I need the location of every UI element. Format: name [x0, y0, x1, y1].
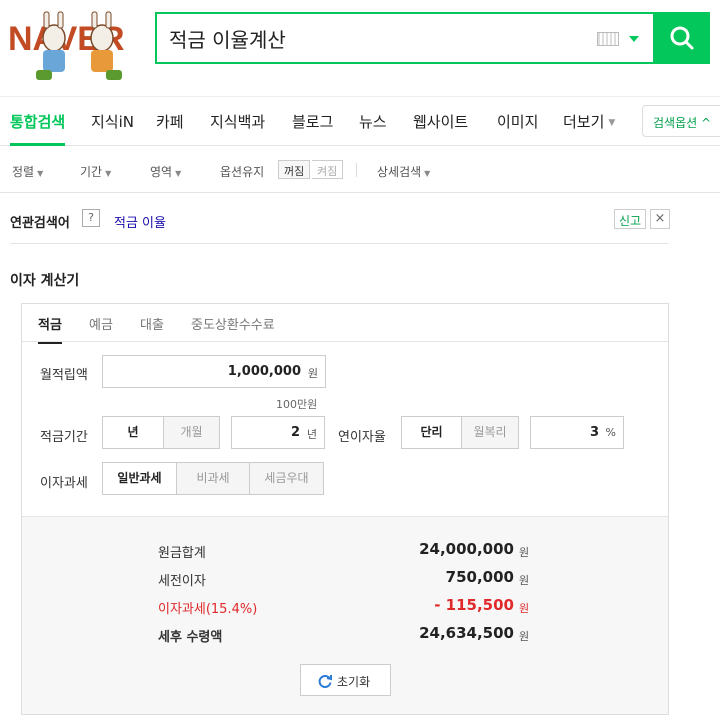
- tab-blog[interactable]: 블로그: [292, 111, 333, 132]
- keyboard-icon[interactable]: [597, 32, 619, 46]
- tab-cafe[interactable]: 카페: [156, 111, 184, 132]
- naver-logo[interactable]: NAVER: [6, 8, 156, 86]
- rate-input[interactable]: 3 %: [530, 416, 624, 449]
- principal-total-label: 원금합계: [158, 546, 206, 561]
- caret-down-icon: ▼: [608, 117, 616, 128]
- filter-period[interactable]: 기간 ▼: [80, 163, 111, 180]
- tab-more[interactable]: 더보기 ▼: [563, 111, 615, 132]
- divider: [356, 163, 357, 177]
- reset-label: 초기화: [337, 675, 371, 689]
- caret-down-icon: ▼: [175, 169, 182, 178]
- search-box: [155, 12, 655, 64]
- period-unit: 년: [306, 428, 317, 441]
- after-tax-value: 24,634,500: [419, 624, 514, 642]
- filter-bar: 정렬 ▼ 기간 ▼ 영역 ▼ 옵션유지 꺼짐 켜짐 상세검색 ▼: [0, 147, 720, 193]
- search-icon: [670, 26, 694, 50]
- search-options-button[interactable]: 검색옵션 ^: [642, 105, 720, 137]
- tab-website[interactable]: 웹사이트: [413, 111, 468, 132]
- tax-general-option[interactable]: 일반과세: [102, 462, 177, 495]
- period-input[interactable]: 2 년: [231, 416, 325, 449]
- interest-tax-unit: 원: [519, 602, 530, 615]
- rate-simple-option[interactable]: 단리: [401, 416, 462, 449]
- tab-image[interactable]: 이미지: [497, 111, 538, 132]
- pretax-interest-value: 750,000: [445, 568, 514, 586]
- interest-tax-label: 이자과세(15.4%): [158, 602, 258, 617]
- related-keyword-link[interactable]: 적금 이율: [114, 212, 166, 231]
- tax-label: 이자과세: [40, 476, 88, 491]
- rate-unit: %: [605, 426, 616, 439]
- caret-down-icon: ▼: [37, 169, 44, 178]
- tab-deposit[interactable]: 예금: [89, 314, 113, 333]
- filter-area[interactable]: 영역 ▼: [150, 163, 181, 180]
- period-month-option[interactable]: 개월: [163, 416, 220, 449]
- caret-down-icon: ▼: [424, 169, 431, 178]
- tax-exempt-option[interactable]: 비과세: [176, 462, 250, 495]
- tax-preferential-option[interactable]: 세금우대: [249, 462, 324, 495]
- after-tax-label: 세후 수령액: [158, 630, 223, 645]
- rate-label: 연이자율: [338, 430, 386, 445]
- tab-loan[interactable]: 대출: [140, 314, 164, 333]
- search-options-label: 검색옵션 ^: [653, 116, 712, 130]
- rate-value: 3: [589, 425, 599, 440]
- refresh-icon: [318, 675, 332, 688]
- period-value: 2: [290, 425, 300, 440]
- period-label: 적금기간: [40, 430, 88, 445]
- pretax-interest-unit: 원: [519, 574, 530, 587]
- search-tabs: 통합검색 지식iN 카페 지식백과 블로그 뉴스 웹사이트 이미지 더보기 ▼ 검…: [0, 96, 720, 146]
- principal-total-unit: 원: [519, 546, 530, 559]
- search-input[interactable]: [169, 22, 569, 54]
- pretax-interest-label: 세전이자: [158, 574, 206, 589]
- monthly-deposit-hint: 100만원: [276, 398, 318, 411]
- header: NAVER: [0, 0, 720, 92]
- filter-sort-label: 정렬: [12, 165, 35, 179]
- tab-savings[interactable]: 적금: [38, 314, 62, 344]
- period-year-option[interactable]: 년: [102, 416, 164, 449]
- monthly-deposit-value: 1,000,000: [227, 364, 301, 379]
- rate-compound-option[interactable]: 월복리: [461, 416, 519, 449]
- keep-options-on-toggle[interactable]: 켜짐: [312, 160, 344, 179]
- caret-down-icon[interactable]: [629, 36, 639, 42]
- related-title: 연관검색어: [10, 216, 70, 231]
- filter-sort[interactable]: 정렬 ▼: [12, 163, 43, 180]
- interest-calculator: 적금 예금 대출 중도상환수수료 월적립액 1,000,000 원 100만원 …: [21, 303, 669, 715]
- tab-integrated[interactable]: 통합검색: [10, 111, 66, 146]
- tab-more-label: 더보기: [563, 113, 605, 131]
- tab-kin[interactable]: 지식iN: [91, 111, 134, 132]
- filter-advanced-label: 상세검색: [377, 165, 422, 179]
- monthly-deposit-label: 월적립액: [40, 368, 88, 383]
- calculator-tabs: 적금 예금 대출 중도상환수수료: [22, 304, 668, 344]
- filter-keep-options-label: 옵션유지: [220, 165, 265, 179]
- filter-area-label: 영역: [150, 165, 173, 179]
- principal-total-value: 24,000,000: [419, 540, 514, 558]
- result-panel: 원금합계 24,000,000 원 세전이자 750,000 원 이자과세(15…: [22, 516, 668, 714]
- tab-encyclopedia[interactable]: 지식백과: [210, 111, 265, 132]
- search-button[interactable]: [655, 12, 710, 64]
- after-tax-unit: 원: [519, 630, 530, 643]
- close-icon[interactable]: ×: [650, 209, 670, 229]
- tab-prepayment-fee[interactable]: 중도상환수수료: [191, 314, 275, 333]
- reset-button[interactable]: 초기화: [300, 664, 391, 696]
- caret-down-icon: ▼: [105, 169, 112, 178]
- tab-news[interactable]: 뉴스: [359, 111, 387, 132]
- monthly-deposit-input[interactable]: 1,000,000 원: [102, 355, 326, 388]
- filter-period-label: 기간: [80, 165, 103, 179]
- keep-options-off-toggle[interactable]: 꺼짐: [278, 160, 311, 179]
- interest-tax-value: - 115,500: [434, 596, 514, 614]
- report-button[interactable]: 신고: [614, 209, 647, 229]
- calculator-title: 이자 계산기: [10, 273, 80, 289]
- monthly-deposit-unit: 원: [307, 367, 318, 380]
- filter-advanced[interactable]: 상세검색 ▼: [377, 163, 430, 180]
- related-searches: 연관검색어 ? 적금 이율 신고 ×: [10, 206, 670, 244]
- help-icon[interactable]: ?: [82, 209, 100, 227]
